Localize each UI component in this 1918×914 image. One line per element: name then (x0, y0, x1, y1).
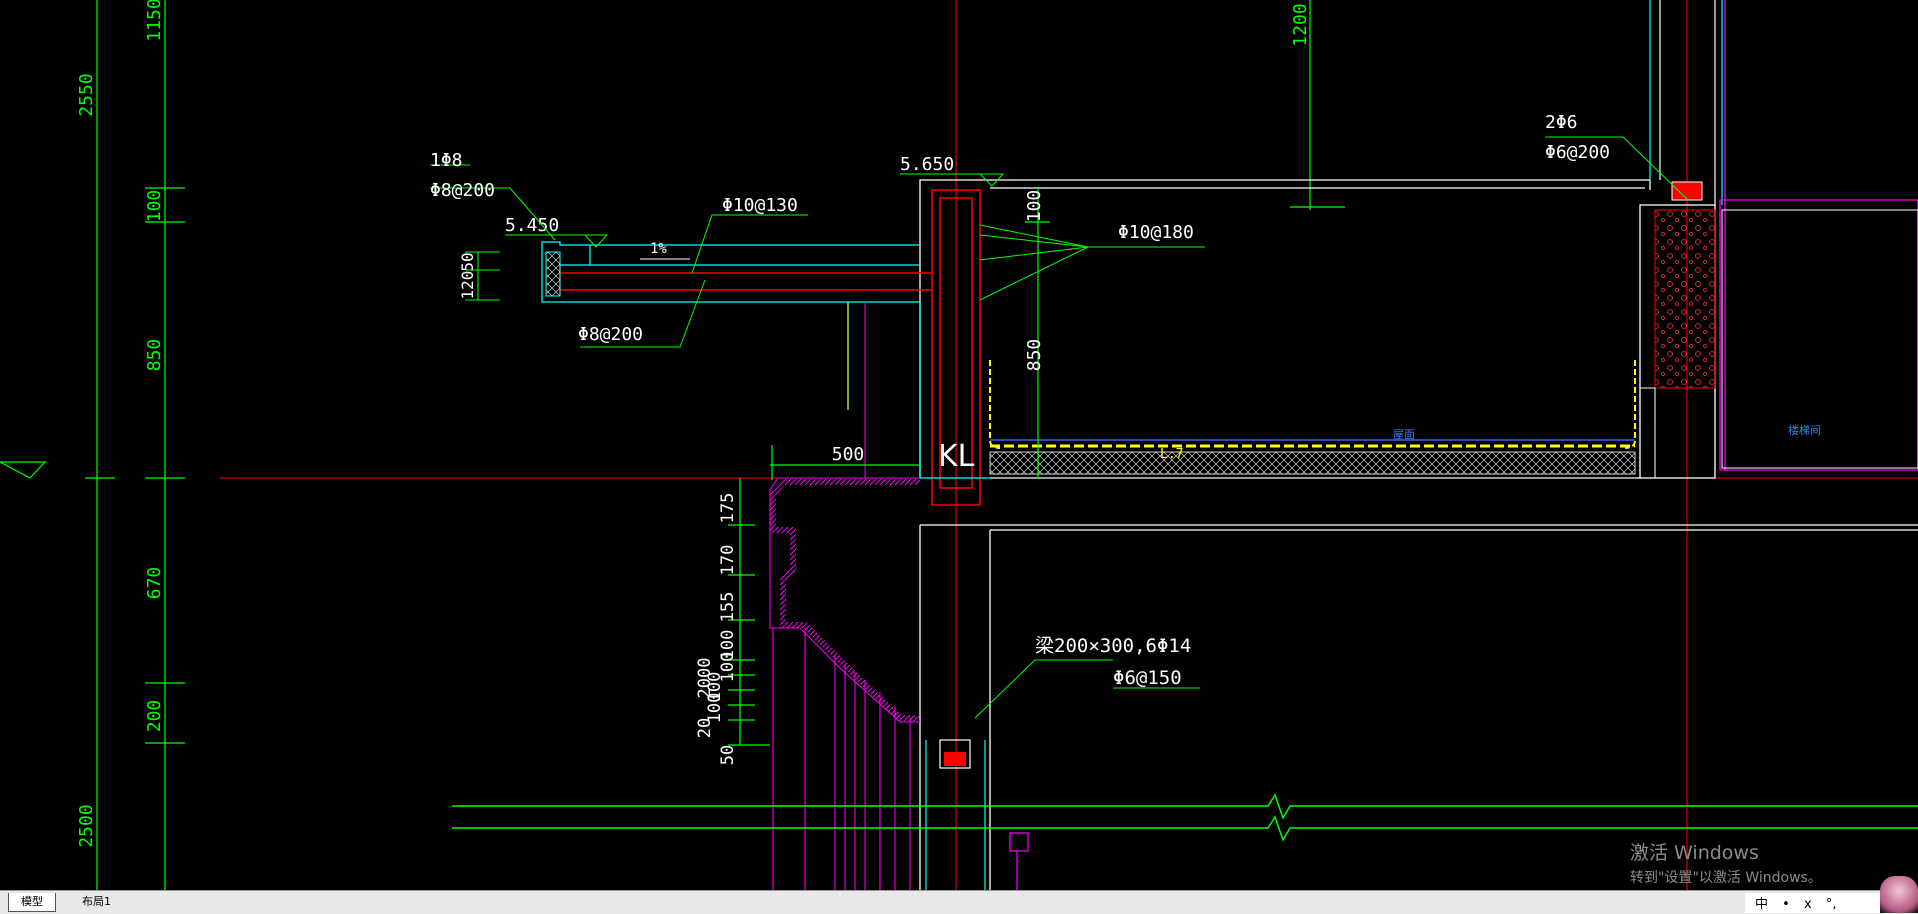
cad-drawing-canvas[interactable]: 2550 1150 100 850 670 200 2500 1200 500 … (0, 0, 1918, 890)
dim-50-cantilever: 50 (458, 252, 477, 271)
rebar-labels: 1Φ8 Φ8@200 Φ10@130 Φ8@200 Φ10@180 2Φ6 Φ6… (430, 112, 1610, 345)
dim-175: 175 (718, 493, 738, 524)
dim-670: 670 (144, 567, 165, 600)
cornice-profile (770, 479, 920, 721)
lower-column (925, 739, 1029, 890)
window-marker-red (944, 752, 966, 766)
roof-label: 屋面 (1393, 428, 1415, 441)
tab-model[interactable]: 模型 (8, 893, 56, 912)
roof-outline (919, 179, 1918, 890)
elevation-5650: 5.650 (900, 154, 954, 175)
dim-1200: 1200 (1290, 3, 1311, 46)
dim-500: 500 (832, 444, 865, 465)
rebar-phi10-130: Φ10@130 (722, 195, 798, 216)
dim-2000: 2000 (695, 658, 715, 699)
dim-170: 170 (718, 545, 738, 576)
dim-2550: 2550 (76, 73, 97, 116)
stair-room-label: 楼梯间 (1788, 423, 1821, 437)
cornice-dim-texts: 175 170 155 100 100 100 100 2000 20 50 (695, 493, 738, 766)
rebar-phi8-200-bottom: Φ8@200 (578, 324, 643, 345)
beam-note-1: 梁200×300,6Φ14 (1035, 635, 1191, 657)
ime-settings-icon[interactable]: ⅹ (1804, 897, 1812, 912)
dim-120-cantilever: 120 (458, 271, 477, 300)
right-wall (1639, 0, 1918, 479)
layout-tab-bar: 模型 布局1 (0, 890, 1918, 914)
cantilever-slab (541, 241, 990, 479)
tab-layout1[interactable]: 布局1 (70, 893, 123, 911)
activation-subtitle: 转到"设置"以激活 Windows。 (1630, 870, 1822, 886)
left-dimension-lines (85, 0, 185, 890)
ime-punct-icon[interactable]: • (1782, 897, 1790, 912)
rebar-phi8-200-top: Φ8@200 (430, 180, 495, 201)
break-lines (452, 793, 1918, 842)
beam-kl-label: KL (938, 439, 975, 474)
roof-layer-label: L.7 (1160, 447, 1183, 462)
elevation-marker-left (0, 461, 47, 479)
dim-155: 155 (718, 592, 738, 623)
dim-850-left: 850 (144, 339, 165, 372)
rebar-2phi6: 2Φ6 (1545, 112, 1578, 133)
dim-1150: 1150 (144, 0, 165, 42)
elevation-5450: 5.450 (505, 215, 559, 236)
roof-insulation-layer (989, 451, 1636, 475)
ime-mode-chinese[interactable]: 中 (1755, 893, 1768, 912)
dim-100-parapet: 100 (1024, 190, 1045, 223)
dim-850-parapet: 850 (1024, 339, 1045, 372)
avatar[interactable] (1880, 876, 1918, 913)
rebar-phi10-180: Φ10@180 (1118, 222, 1194, 243)
dim-2500: 2500 (76, 804, 97, 847)
cantilever-end-hatch (545, 251, 561, 297)
ime-width-icon[interactable]: °, (1826, 897, 1837, 912)
parapet-upturn-right (1624, 360, 1636, 449)
leader-lines (430, 136, 1689, 719)
beam-note-2: Φ6@150 (1113, 667, 1182, 689)
activation-title: 激活 Windows (1630, 842, 1759, 864)
parapet-upturn-left (989, 360, 1001, 449)
dim-20: 20 (695, 718, 715, 738)
rebar-phi6-200: Φ6@200 (1545, 142, 1610, 163)
windows-activation-watermark: 激活 Windows 转到"设置"以激活 Windows。 (1630, 838, 1822, 887)
cornice-vertical-lines (772, 628, 911, 890)
dim-50: 50 (718, 745, 738, 765)
rebar-1phi8: 1Φ8 (430, 150, 463, 171)
slope-label: 1% (650, 241, 667, 257)
dim-200-left: 200 (144, 700, 165, 733)
dim-100-left: 100 (144, 190, 165, 223)
